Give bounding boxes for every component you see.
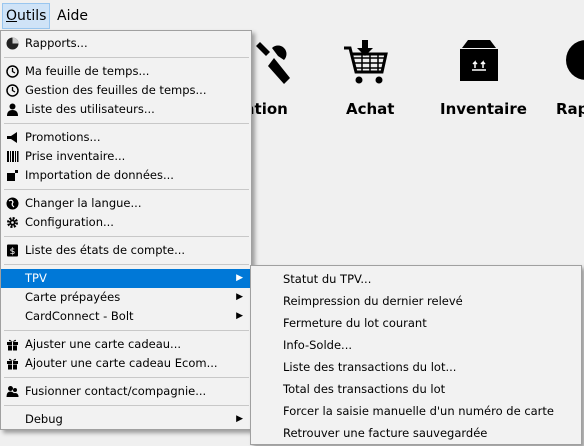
menu-item-cardconnect-bolt[interactable]: CardConnect - Bolt ▶	[1, 307, 251, 326]
megaphone-icon	[5, 130, 19, 144]
menu-separator	[4, 189, 249, 190]
submenu-item-forcer-saisie-manuelle[interactable]: Forcer la saisie manuelle d'un numéro de…	[251, 400, 581, 422]
menu-item-carte-prepayees[interactable]: Carte prépayées ▶	[1, 288, 251, 307]
users-icon	[5, 384, 19, 398]
menu-separator	[4, 264, 249, 265]
outils-menu: Rapports... Ma feuille de temps... Gesti…	[0, 30, 252, 430]
submenu-arrow-icon: ▶	[236, 414, 243, 424]
toolbar-inventaire[interactable]: Inventaire	[440, 38, 527, 128]
menu-separator	[4, 236, 249, 237]
menu-item-debug[interactable]: Debug ▶	[1, 410, 251, 429]
user-icon	[5, 102, 19, 116]
shopping-cart-icon	[344, 40, 388, 84]
submenu-item-liste-transactions-lot[interactable]: Liste des transactions du lot...	[251, 356, 581, 378]
submenu-item-fermeture-lot[interactable]: Fermeture du lot courant	[251, 312, 581, 334]
menubar: Outils Aide	[0, 0, 584, 30]
menu-item-gestion-feuilles-de-temps[interactable]: Gestion des feuilles de temps...	[1, 81, 251, 100]
gift-icon	[5, 337, 19, 351]
menu-item-ajouter-carte-cadeau-ecom[interactable]: Ajouter une carte cadeau Ecom...	[1, 354, 251, 373]
pie-chart-icon	[5, 36, 19, 50]
menu-item-liste-utilisateurs[interactable]: Liste des utilisateurs...	[1, 100, 251, 119]
gear-icon	[5, 215, 19, 229]
submenu-item-statut-tpv[interactable]: Statut du TPV...	[251, 268, 581, 290]
toolbar-rapports[interactable]: Rap	[554, 38, 584, 128]
svg-text:$: $	[9, 247, 15, 257]
globe-icon	[5, 196, 19, 210]
box-icon	[460, 40, 498, 81]
menu-item-ajuster-carte-cadeau[interactable]: Ajuster une carte cadeau...	[1, 335, 251, 354]
wrench-icon	[256, 42, 290, 84]
menu-item-fusionner-contact[interactable]: Fusionner contact/compagnie...	[1, 382, 251, 401]
menu-separator	[4, 405, 249, 406]
menu-separator	[4, 330, 249, 331]
menu-item-promotions[interactable]: Promotions...	[1, 128, 251, 147]
reports-icon	[566, 40, 584, 80]
submenu-item-total-transactions-lot[interactable]: Total des transactions du lot	[251, 378, 581, 400]
menu-separator	[4, 123, 249, 124]
menu-item-liste-etats-compte[interactable]: $ Liste des états de compte...	[1, 241, 251, 260]
menu-separator	[4, 377, 249, 378]
menu-item-importation-donnees[interactable]: Importation de données...	[1, 166, 251, 185]
dollar-icon: $	[5, 243, 19, 257]
clock-icon	[5, 83, 19, 97]
submenu-item-reimpression-releve[interactable]: Reimpression du dernier relevé	[251, 290, 581, 312]
menu-item-prise-inventaire[interactable]: Prise inventaire...	[1, 147, 251, 166]
menu-item-ma-feuille-de-temps[interactable]: Ma feuille de temps...	[1, 62, 251, 81]
tpv-submenu: Statut du TPV... Reimpression du dernier…	[250, 265, 582, 445]
submenu-arrow-icon: ▶	[236, 273, 243, 283]
gift-icon	[5, 356, 19, 370]
menu-outils[interactable]: Outils	[2, 3, 51, 29]
menu-item-rapports[interactable]: Rapports...	[1, 34, 251, 53]
submenu-item-info-solde[interactable]: Info-Solde...	[251, 334, 581, 356]
clock-icon	[5, 64, 19, 78]
menu-aide[interactable]: Aide	[54, 4, 91, 28]
toolbar-achat[interactable]: Achat	[340, 38, 400, 128]
submenu-arrow-icon: ▶	[236, 311, 243, 321]
barcode-icon	[5, 149, 19, 163]
menu-separator	[4, 57, 249, 58]
import-icon	[5, 168, 19, 182]
menu-item-changer-langue[interactable]: Changer la langue...	[1, 194, 251, 213]
submenu-arrow-icon: ▶	[236, 292, 243, 302]
menu-item-tpv[interactable]: TPV ▶	[1, 269, 251, 288]
submenu-item-retrouver-facture[interactable]: Retrouver une facture sauvegardée	[251, 422, 581, 444]
menu-item-configuration[interactable]: Configuration...	[1, 213, 251, 232]
